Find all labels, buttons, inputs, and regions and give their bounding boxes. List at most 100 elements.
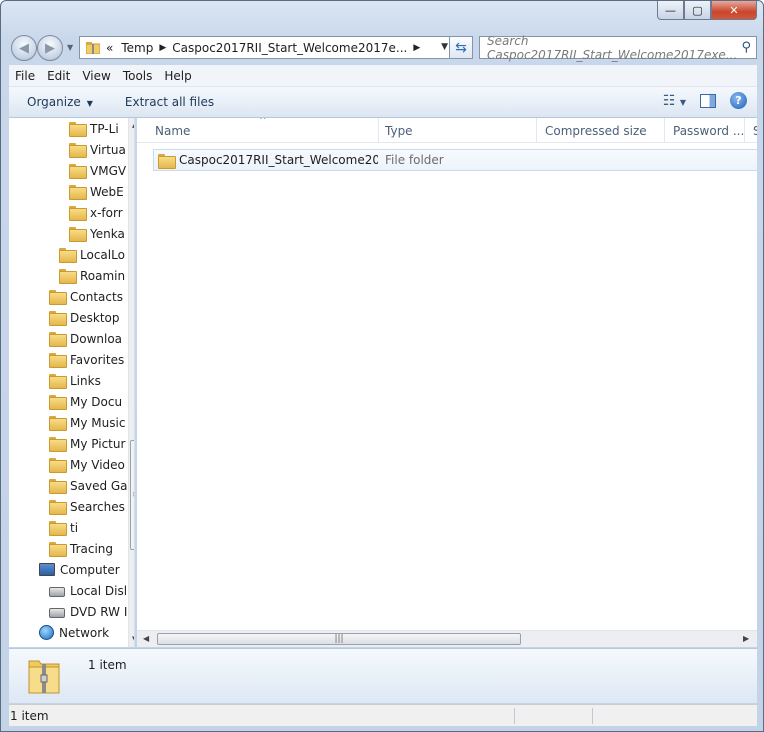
status-divider	[592, 708, 593, 724]
search-icon[interactable]: ⚲	[741, 40, 751, 55]
search-placeholder: Search Caspoc2017RII_Start_Welcome2017ex…	[487, 33, 738, 62]
tree-item[interactable]: Downloa	[49, 328, 122, 349]
zip-folder-icon	[28, 660, 60, 694]
file-name-cell[interactable]: Caspoc2017RII_Start_Welcome2017...	[158, 150, 378, 170]
tree-item[interactable]: TP-Li	[69, 118, 119, 139]
menu-help[interactable]: Help	[158, 69, 197, 83]
column-size[interactable]: S	[745, 118, 757, 143]
tree-item-label: WebE	[90, 184, 124, 199]
navigation-pane: TP-Li Virtua VMGV WebE x-forr Yenka Loca…	[9, 118, 135, 647]
tree-item[interactable]: My Docu	[49, 391, 122, 412]
tree-item[interactable]: Network	[39, 622, 109, 643]
organize-button[interactable]: Organize ▼	[9, 95, 103, 109]
preview-pane-icon[interactable]	[700, 93, 716, 108]
pictures-folder-icon	[49, 437, 67, 452]
tree-item[interactable]: LocalLo	[59, 244, 125, 265]
navigation-pane-scrollbar[interactable]: ▲ ≡ ▼	[128, 118, 134, 647]
tree-item[interactable]: Yenka	[69, 223, 125, 244]
file-type-cell: File folder	[385, 153, 444, 167]
change-view-icon[interactable]: ☷ ▼	[663, 93, 686, 109]
tree-item[interactable]: VMGV	[69, 160, 126, 181]
help-icon[interactable]: ?	[730, 92, 747, 109]
tree-item-label: My Video	[70, 457, 125, 472]
refresh-icon: ⇆	[455, 39, 467, 56]
tree-item-label: My Pictur	[70, 436, 126, 451]
address-dropdown-icon[interactable]: ▼	[441, 42, 448, 52]
organize-label: Organize	[27, 95, 81, 109]
folder-icon	[59, 248, 77, 263]
tree-item[interactable]: Searches	[49, 496, 125, 517]
tree-item-label: Roamin	[80, 268, 126, 283]
maximize-button[interactable]: ▢	[684, 1, 711, 20]
menu-tools[interactable]: Tools	[117, 69, 159, 83]
tree-item[interactable]: Contacts	[49, 286, 123, 307]
forward-button[interactable]: ▶	[37, 35, 63, 61]
column-password[interactable]: Password ...	[665, 118, 745, 143]
dvd-drive-icon	[49, 608, 65, 618]
tree-item-label: Contacts	[70, 289, 123, 304]
zip-folder-icon	[86, 41, 100, 54]
local-disk-icon	[49, 587, 65, 597]
scroll-right-icon[interactable]: ▶	[743, 634, 749, 643]
downloads-folder-icon	[49, 332, 67, 347]
column-type[interactable]: Type	[377, 118, 537, 143]
status-item-count: 1 item	[10, 708, 49, 723]
breadcrumb-chevron-icon[interactable]: ▶	[159, 43, 166, 53]
back-button[interactable]: ◀	[11, 35, 37, 61]
scroll-left-icon[interactable]: ◀	[143, 634, 149, 643]
refresh-button[interactable]: ⇆	[449, 36, 473, 59]
tree-item[interactable]: DVD RW I	[49, 601, 127, 622]
tree-item[interactable]: Local Disl	[49, 580, 127, 601]
tree-item[interactable]: Computer	[39, 559, 120, 580]
scrollbar-thumb[interactable]: ≡	[130, 440, 134, 550]
tree-item[interactable]: Saved Ga	[49, 475, 128, 496]
tree-item[interactable]: My Video	[49, 454, 125, 475]
scroll-up-icon[interactable]: ▲	[132, 121, 134, 129]
tree-item[interactable]: Tracing	[49, 538, 113, 559]
menu-view[interactable]: View	[76, 69, 116, 83]
network-icon	[39, 625, 54, 640]
tree-item[interactable]: WebE	[69, 181, 124, 202]
title-bar[interactable]: — ▢ ✕	[1, 1, 763, 31]
status-divider	[514, 708, 515, 724]
extract-all-files-button[interactable]: Extract all files	[103, 95, 224, 109]
search-input[interactable]: Search Caspoc2017RII_Start_Welcome2017ex…	[479, 33, 757, 62]
column-compressed-size[interactable]: Compressed size	[537, 118, 665, 143]
menu-file[interactable]: File	[9, 69, 41, 83]
menu-edit[interactable]: Edit	[41, 69, 76, 83]
close-button[interactable]: ✕	[711, 1, 757, 20]
tree-item-label: Local Disl	[70, 583, 128, 598]
tree-item-label: Network	[59, 625, 110, 640]
scroll-down-icon[interactable]: ▼	[132, 635, 134, 643]
minimize-button[interactable]: —	[657, 1, 684, 20]
address-bar[interactable]: « Temp ▶ Caspoc2017RII_Start_Welcome2017…	[79, 36, 453, 59]
folder-icon	[69, 206, 87, 221]
status-bar: 1 item	[9, 704, 757, 726]
toolbar-right: ☷ ▼ ?	[663, 92, 747, 109]
tree-item[interactable]: My Music	[49, 412, 125, 433]
tree-item[interactable]: x-forr	[69, 202, 123, 223]
address-overflow[interactable]: «	[106, 41, 113, 55]
tree-item[interactable]: Virtua	[69, 139, 126, 160]
details-summary: 1 item	[88, 658, 127, 672]
favorites-folder-icon	[49, 353, 67, 368]
folder-icon	[69, 143, 87, 158]
tree-item[interactable]: My Pictur	[49, 433, 125, 454]
file-list-horizontal-scrollbar[interactable]: ◀ ||| ▶	[137, 630, 757, 647]
table-row[interactable]: Caspoc2017RII_Start_Welcome2017... File …	[153, 149, 757, 171]
tree-item[interactable]: Links	[49, 370, 101, 391]
breadcrumb-temp[interactable]: Temp	[121, 41, 153, 55]
breadcrumb-chevron-icon[interactable]: ▶	[413, 43, 420, 53]
tree-item-label: Computer	[60, 562, 120, 577]
computer-icon	[39, 563, 55, 576]
saved-games-folder-icon	[49, 479, 67, 494]
tree-item[interactable]: Desktop	[49, 307, 120, 328]
file-list: Name ^ Type Compressed size Password ...…	[137, 118, 757, 647]
tree-item[interactable]: Favorites	[49, 349, 124, 370]
breadcrumb-archive[interactable]: Caspoc2017RII_Start_Welcome2017e...	[172, 41, 407, 55]
recent-pages-dropdown[interactable]: ▼	[67, 43, 73, 52]
contacts-folder-icon	[49, 290, 67, 305]
tree-item[interactable]: Roamin	[59, 265, 125, 286]
scrollbar-thumb[interactable]: |||	[157, 633, 521, 645]
tree-item[interactable]: ti	[49, 517, 78, 538]
